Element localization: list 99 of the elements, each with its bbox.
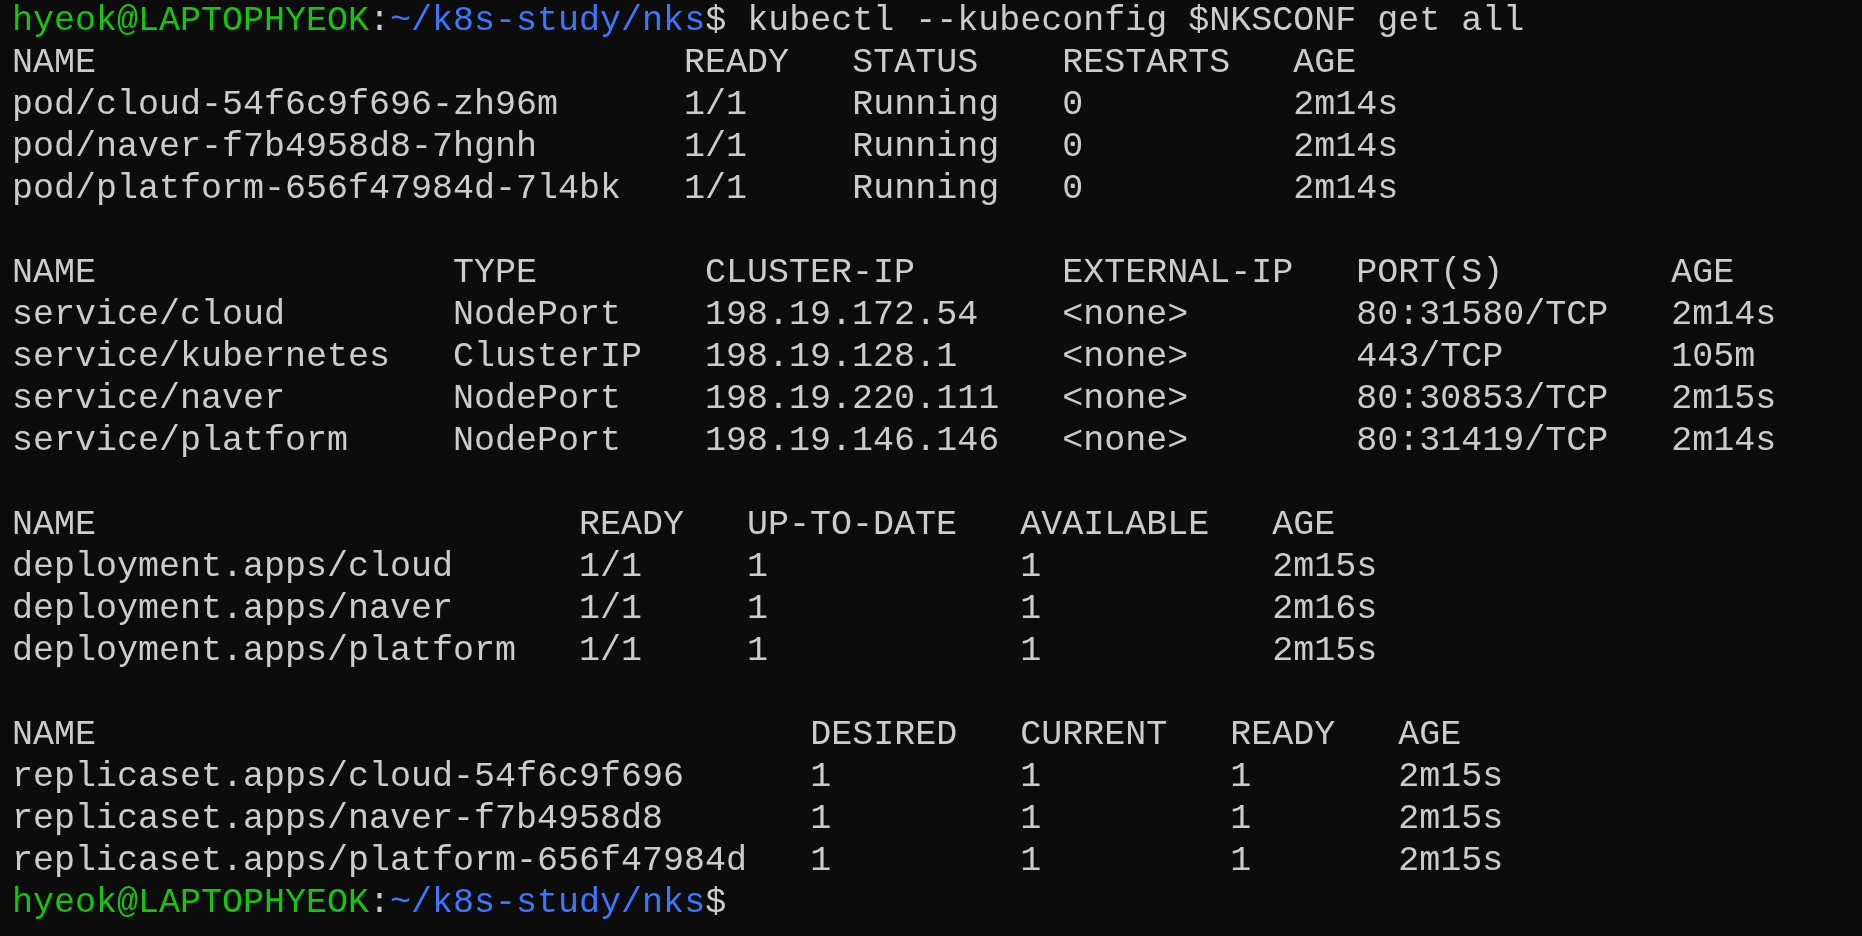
table-cell-text: 443/TCP <box>1356 336 1505 378</box>
column-header: CLUSTER-IP <box>705 252 917 294</box>
prompt-symbol: $ <box>705 882 727 924</box>
table-cell-text: pod/cloud-54f6c9f696-zh96m <box>12 84 560 126</box>
table-cell-text: 1 <box>1230 756 1253 798</box>
table-cell-text: 1/1 <box>684 126 749 168</box>
table-cell-text: 1 <box>1020 798 1043 840</box>
table-cell-text: Running <box>852 84 1001 126</box>
table-cell-text: 2m15s <box>1671 378 1778 420</box>
table-cell-text: ClusterIP <box>453 336 644 378</box>
table-cell-text: 2m14s <box>1293 168 1400 210</box>
command-text: kubectl --kubeconfig $NKSCONF get all <box>747 0 1525 42</box>
table-cell-text: 1 <box>1230 798 1253 840</box>
table-cell-text: 1 <box>1020 546 1043 588</box>
column-header: RESTARTS <box>1062 42 1232 84</box>
table-cell-text: 2m14s <box>1293 126 1400 168</box>
column-header: NAME <box>12 252 97 294</box>
table-cell-text: 80:31419/TCP <box>1356 420 1610 462</box>
column-header: READY <box>579 504 686 546</box>
table-cell-text: 2m15s <box>1272 630 1379 672</box>
table-cell-text: 2m15s <box>1272 546 1379 588</box>
table-cell-text: 1 <box>1020 756 1043 798</box>
prompt-path: ~/k8s-study/nks <box>390 882 706 924</box>
table-cell-text: 1 <box>810 840 833 882</box>
table-cell-text: 1/1 <box>579 630 644 672</box>
table-cell-text: Running <box>852 168 1001 210</box>
column-header: NAME <box>12 42 97 84</box>
table-cell-text: 1 <box>1230 840 1253 882</box>
table-cell-text: 1/1 <box>684 168 749 210</box>
table-cell-text: 105m <box>1671 336 1757 378</box>
table-cell-text: 2m14s <box>1671 420 1778 462</box>
column-header: AGE <box>1293 42 1358 84</box>
column-header: AVAILABLE <box>1020 504 1211 546</box>
table-cell-text: service/platform <box>12 420 350 462</box>
table-cell-text: NodePort <box>453 420 623 462</box>
table-cell-text: deployment.apps/platform <box>12 630 518 672</box>
table-cell-text: pod/platform-656f47984d-7l4bk <box>12 168 623 210</box>
table-cell-text: 1 <box>810 756 833 798</box>
prompt-separator: : <box>369 0 391 42</box>
column-header: TYPE <box>453 252 539 294</box>
table-cell-text: replicaset.apps/cloud-54f6c9f696 <box>12 756 686 798</box>
column-header: READY <box>1230 714 1337 756</box>
table-cell-text: 1 <box>747 588 770 630</box>
column-header: CURRENT <box>1020 714 1169 756</box>
table-cell-text: 1/1 <box>684 84 749 126</box>
table-cell-text: NodePort <box>453 294 623 336</box>
column-header: READY <box>684 42 791 84</box>
column-header: NAME <box>12 714 97 756</box>
column-header: DESIRED <box>810 714 959 756</box>
column-header: NAME <box>12 504 97 546</box>
table-cell-text: 1 <box>1020 588 1043 630</box>
table-cell-text: 198.19.128.1 <box>705 336 959 378</box>
table-cell-text: 2m15s <box>1398 798 1505 840</box>
column-header: STATUS <box>852 42 980 84</box>
table-cell-text: 2m15s <box>1398 840 1505 882</box>
table-cell-text: service/naver <box>12 378 287 420</box>
column-header: EXTERNAL-IP <box>1062 252 1295 294</box>
column-header: PORT(S) <box>1356 252 1505 294</box>
column-header: AGE <box>1272 504 1337 546</box>
table-cell-text: 1 <box>1020 840 1043 882</box>
table-cell-text: 1 <box>747 546 770 588</box>
table-cell-text: <none> <box>1062 378 1190 420</box>
table-cell-text: <none> <box>1062 336 1190 378</box>
column-header: AGE <box>1398 714 1463 756</box>
table-cell-text: replicaset.apps/naver-f7b4958d8 <box>12 798 665 840</box>
table-cell-text: 198.19.146.146 <box>705 420 1001 462</box>
prompt-host: hyeok@LAPTOPHYEOK <box>12 0 370 42</box>
table-cell-text: NodePort <box>453 378 623 420</box>
table-cell-text: replicaset.apps/platform-656f47984d <box>12 840 749 882</box>
table-cell-text: 1 <box>747 630 770 672</box>
table-cell-text: deployment.apps/naver <box>12 588 455 630</box>
prompt-separator: : <box>369 882 391 924</box>
table-cell-text: 80:31580/TCP <box>1356 294 1610 336</box>
table-cell-text: 1/1 <box>579 588 644 630</box>
prompt-path: ~/k8s-study/nks <box>390 0 706 42</box>
table-cell-text: 198.19.220.111 <box>705 378 1001 420</box>
table-cell-text: 1 <box>1020 630 1043 672</box>
table-cell-text: Running <box>852 126 1001 168</box>
column-header: UP-TO-DATE <box>747 504 959 546</box>
table-cell-text: 2m14s <box>1671 294 1778 336</box>
prompt-host: hyeok@LAPTOPHYEOK <box>12 882 370 924</box>
table-cell-text: service/kubernetes <box>12 336 392 378</box>
prompt-symbol: $ <box>705 0 727 42</box>
table-cell-text: 2m14s <box>1293 84 1400 126</box>
table-cell-text: 80:30853/TCP <box>1356 378 1610 420</box>
table-cell-text: deployment.apps/cloud <box>12 546 455 588</box>
table-cell-text: <none> <box>1062 294 1190 336</box>
table-cell-text: <none> <box>1062 420 1190 462</box>
table-cell-text: 198.19.172.54 <box>705 294 980 336</box>
column-header: AGE <box>1671 252 1736 294</box>
table-cell-text: service/cloud <box>12 294 287 336</box>
table-cell-text: 2m15s <box>1398 756 1505 798</box>
table-cell-text: 1 <box>810 798 833 840</box>
table-cell-text: 2m16s <box>1272 588 1379 630</box>
table-cell-text: 0 <box>1062 168 1085 210</box>
table-cell-text: 0 <box>1062 126 1085 168</box>
table-cell-text: pod/naver-f7b4958d8-7hgnh <box>12 126 539 168</box>
table-cell-text: 1/1 <box>579 546 644 588</box>
table-cell-text: 0 <box>1062 84 1085 126</box>
